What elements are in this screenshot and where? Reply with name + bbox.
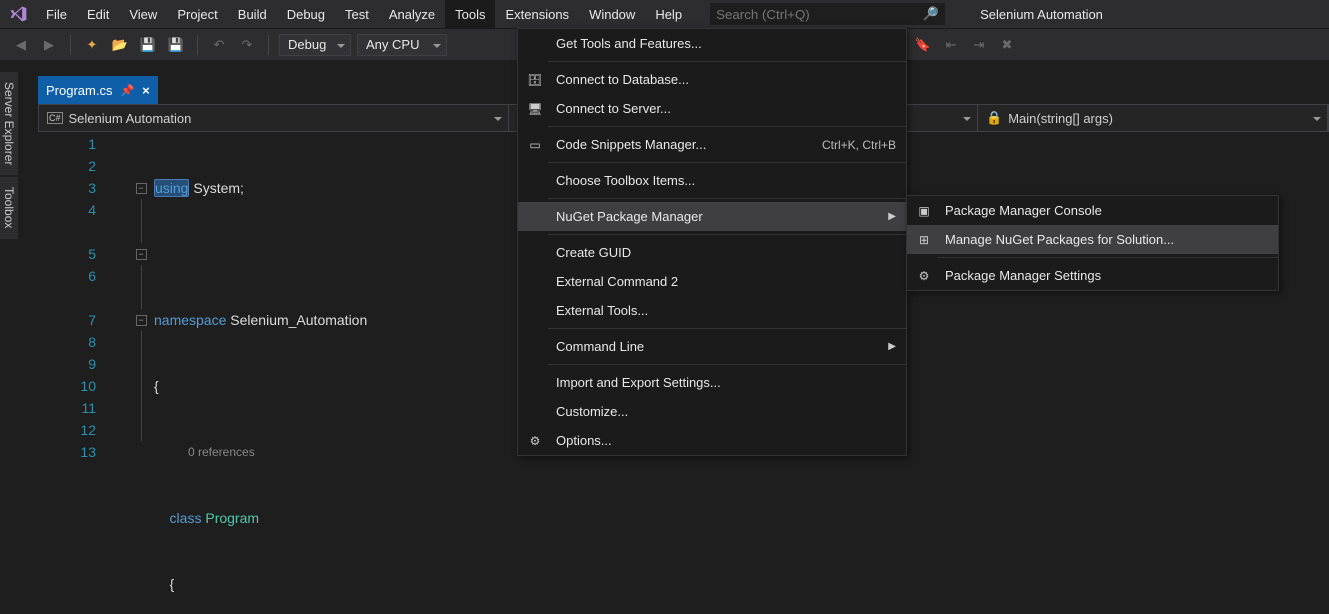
nav-member-combo[interactable]: 🔒 Main(string[] args) [978,105,1328,131]
menu-view[interactable]: View [119,0,167,28]
server-explorer-tab[interactable]: Server Explorer [0,72,18,175]
menu-connect-server[interactable]: 🖥Connect to Server... [518,94,906,123]
menu-create-guid[interactable]: Create GUID [518,238,906,267]
menu-nuget-package-manager[interactable]: NuGet Package Manager▶ [518,202,906,231]
menu-window[interactable]: Window [579,0,645,28]
menu-bar: File Edit View Project Build Debug Test … [0,0,1329,28]
package-icon: ⊞ [913,233,935,247]
menu-package-manager-settings[interactable]: ⚙Package Manager Settings [907,261,1278,290]
menu-tools[interactable]: Tools [445,0,495,28]
menu-analyze[interactable]: Analyze [379,0,445,28]
bookmark-icon[interactable]: 🔖 [912,34,934,56]
save-all-icon[interactable]: 💾 [165,34,187,56]
nav-forward-icon[interactable]: ▶ [38,34,60,56]
separator [548,162,906,163]
toolbox-tab[interactable]: Toolbox [0,177,18,238]
shortcut-label: Ctrl+K, Ctrl+B [822,138,896,152]
submenu-arrow-icon: ▶ [888,341,896,352]
search-icon: 🔎 [923,6,939,22]
fold-icon[interactable]: − [136,315,147,326]
undo-icon[interactable]: ↶ [208,34,230,56]
nav-member-label: Main(string[] args) [1008,111,1113,126]
doctab-label: Program.cs [46,83,112,98]
menu-edit[interactable]: Edit [77,0,119,28]
lock-icon: 🔒 [986,110,1002,126]
separator [197,35,198,55]
menu-package-manager-console[interactable]: ▣Package Manager Console [907,196,1278,225]
separator [548,364,906,365]
nav-project-combo[interactable]: C# Selenium Automation [39,105,509,131]
database-icon: 🗄 [524,73,546,87]
fold-icon[interactable]: − [136,183,147,194]
document-tabs: Program.cs 📌 × [38,76,158,104]
menu-test[interactable]: Test [335,0,379,28]
solution-name: Selenium Automation [980,7,1103,22]
menu-debug[interactable]: Debug [277,0,335,28]
vs-logo-icon [0,4,36,24]
menu-connect-database[interactable]: 🗄Connect to Database... [518,65,906,94]
line-gutter: 1234 56 78910111213 [38,133,114,463]
menu-external-command-2[interactable]: External Command 2 [518,267,906,296]
server-icon: 🖥 [524,102,546,116]
gear-icon: ⚙ [913,269,935,283]
menu-build[interactable]: Build [228,0,277,28]
menu-extensions[interactable]: Extensions [495,0,579,28]
next-bookmark-icon[interactable]: ⇥ [968,34,990,56]
search-input[interactable] [716,7,923,22]
console-icon: ▣ [913,204,935,218]
nav-project-label: Selenium Automation [69,111,192,126]
nav-back-icon[interactable]: ◀ [10,34,32,56]
menu-command-line[interactable]: Command Line▶ [518,332,906,361]
separator [548,61,906,62]
menu-external-tools[interactable]: External Tools... [518,296,906,325]
new-project-icon[interactable]: ✦ [81,34,103,56]
gear-icon: ⚙ [524,434,546,448]
redo-icon[interactable]: ↷ [236,34,258,56]
doctab-program-cs[interactable]: Program.cs 📌 × [38,76,158,104]
menu-file[interactable]: File [36,0,77,28]
separator [548,126,906,127]
fold-column: − − − [134,133,148,441]
menu-help[interactable]: Help [645,0,692,28]
snippet-icon: ▭ [524,138,546,152]
clear-bookmarks-icon[interactable]: ✖ [996,34,1018,56]
menu-choose-toolbox[interactable]: Choose Toolbox Items... [518,166,906,195]
config-combo[interactable]: Debug [279,34,351,56]
separator [70,35,71,55]
separator [548,198,906,199]
prev-bookmark-icon[interactable]: ⇤ [940,34,962,56]
tools-menu-dropdown: Get Tools and Features... 🗄Connect to Da… [517,28,907,456]
menu-customize[interactable]: Customize... [518,397,906,426]
menu-manage-nuget-packages[interactable]: ⊞Manage NuGet Packages for Solution... [907,225,1278,254]
quick-launch[interactable]: 🔎 [710,3,945,25]
menu-options[interactable]: ⚙Options... [518,426,906,455]
side-tabs: Server Explorer Toolbox [0,72,22,241]
close-icon[interactable]: × [142,83,150,98]
fold-icon[interactable]: − [136,249,147,260]
csharp-badge-icon: C# [47,112,63,124]
menu-get-tools[interactable]: Get Tools and Features... [518,29,906,58]
separator [268,35,269,55]
separator [548,234,906,235]
separator [548,328,906,329]
pin-icon[interactable]: 📌 [120,84,134,97]
menu-project[interactable]: Project [167,0,227,28]
separator [937,257,1278,258]
open-file-icon[interactable]: 📂 [109,34,131,56]
submenu-arrow-icon: ▶ [888,211,896,222]
save-icon[interactable]: 💾 [137,34,159,56]
menu-code-snippets[interactable]: ▭Code Snippets Manager...Ctrl+K, Ctrl+B [518,130,906,159]
platform-combo[interactable]: Any CPU [357,34,447,56]
menu-import-export-settings[interactable]: Import and Export Settings... [518,368,906,397]
nuget-submenu: ▣Package Manager Console ⊞Manage NuGet P… [906,195,1279,291]
